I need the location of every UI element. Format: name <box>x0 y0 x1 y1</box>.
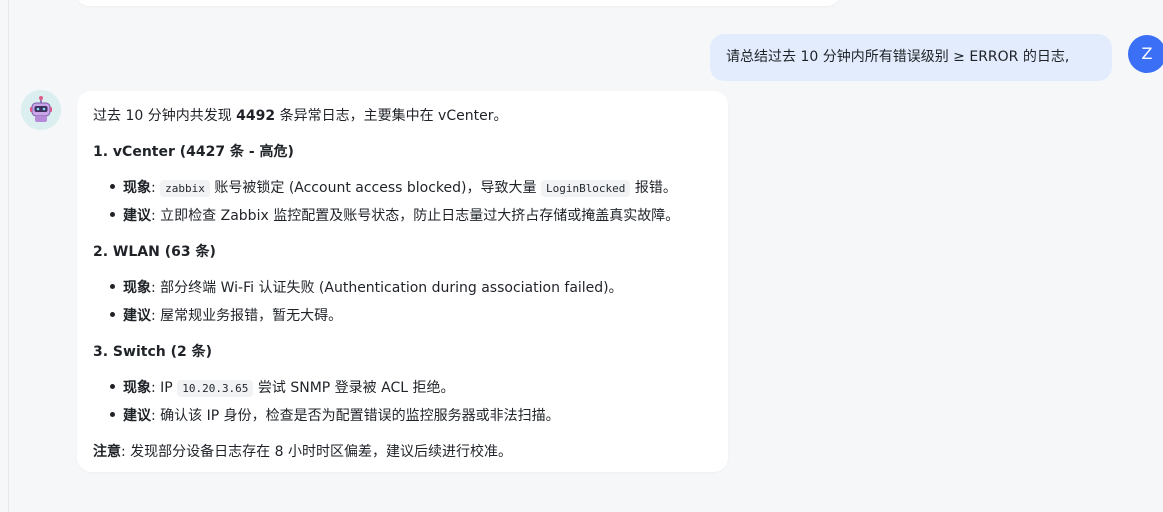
intro-prefix: 过去 10 分钟内共发现 <box>93 108 237 124</box>
note-label: 注意 <box>93 444 121 460</box>
summary-intro: 过去 10 分钟内共发现 4492 条异常日志，主要集中在 vCenter。 <box>93 105 507 125</box>
item-text: 部分终端 Wi-Fi 认证失败 (Authentication during a… <box>160 280 623 296</box>
note-sep: : <box>121 444 131 460</box>
user-message-bubble: 请总结过去 10 分钟内所有错误级别 ≥ ERROR 的日志, <box>710 34 1112 81</box>
item-label: 建议 <box>123 308 151 324</box>
item-text: 账号被锁定 (Account access blocked)，导致大量 <box>209 180 541 196</box>
item-sep: : <box>151 380 161 396</box>
inline-code: LoginBlocked <box>540 180 631 197</box>
item-label: 现象 <box>123 380 151 396</box>
item-sep: : <box>151 180 161 196</box>
bullet-dot <box>110 284 115 289</box>
item-label: 建议 <box>123 208 151 224</box>
bullet-dot <box>110 412 115 417</box>
item-sep: : <box>151 408 161 424</box>
item-label: 现象 <box>123 280 151 296</box>
inline-code: 10.20.3.65 <box>177 380 254 397</box>
list-item: 现象: 部分终端 Wi-Fi 认证失败 (Authentication duri… <box>123 277 623 297</box>
user-avatar[interactable]: Z <box>1128 35 1163 73</box>
assistant-avatar <box>21 90 61 130</box>
previous-message-card <box>76 0 840 6</box>
item-label: 现象 <box>123 180 151 196</box>
item-sep: : <box>151 280 161 296</box>
section-heading-wlan: 2. WLAN (63 条) <box>93 244 216 260</box>
note-line: 注意: 发现部分设备日志存在 8 小时时区偏差，建议后续进行校准。 <box>93 441 512 461</box>
bullet-dot <box>110 312 115 317</box>
list-item: 建议: 屋常规业务报错，暂无大碍。 <box>123 305 342 325</box>
item-text: 屋常规业务报错，暂无大碍。 <box>160 308 343 324</box>
section-heading-vcenter: 1. vCenter (4427 条 - 高危) <box>93 144 294 160</box>
item-text: 确认该 IP 身份，检查是否为配置错误的监控服务器或非法扫描。 <box>160 408 560 424</box>
item-sep: : <box>151 308 161 324</box>
bullet-dot <box>110 212 115 217</box>
section-heading-switch: 3. Switch (2 条) <box>93 344 212 360</box>
item-text: 尝试 SNMP 登录被 ACL 拒绝。 <box>253 380 455 396</box>
user-message-text: 请总结过去 10 分钟内所有错误级别 ≥ ERROR 的日志, <box>726 49 1070 65</box>
robot-icon <box>21 90 61 130</box>
assistant-message-card: 过去 10 分钟内共发现 4492 条异常日志，主要集中在 vCenter。 1… <box>77 91 728 472</box>
left-divider <box>8 0 9 512</box>
bullet-dot <box>110 384 115 389</box>
item-text: 立即检查 Zabbix 监控配置及账号状态，防止日志量过大挤占存储或掩盖真实故障… <box>160 208 680 224</box>
item-text: 报错。 <box>630 180 677 196</box>
item-sep: : <box>151 208 161 224</box>
user-avatar-initial: Z <box>1141 44 1153 63</box>
inline-code: zabbix <box>160 180 210 197</box>
list-item: 建议: 确认该 IP 身份，检查是否为配置错误的监控服务器或非法扫描。 <box>123 405 560 425</box>
bullet-dot <box>110 184 115 189</box>
list-item: 建议: 立即检查 Zabbix 监控配置及账号状态，防止日志量过大挤占存储或掩盖… <box>123 205 679 225</box>
list-item: 现象: IP 10.20.3.65 尝试 SNMP 登录被 ACL 拒绝。 <box>123 377 454 397</box>
item-label: 建议 <box>123 408 151 424</box>
note-text: 发现部分设备日志存在 8 小时时区偏差，建议后续进行校准。 <box>130 444 512 460</box>
intro-suffix: 条异常日志，主要集中在 vCenter。 <box>275 108 508 124</box>
item-text: IP <box>160 380 178 396</box>
intro-count: 4492 <box>236 108 276 124</box>
list-item: 现象: zabbix 账号被锁定 (Account access blocked… <box>123 177 677 197</box>
